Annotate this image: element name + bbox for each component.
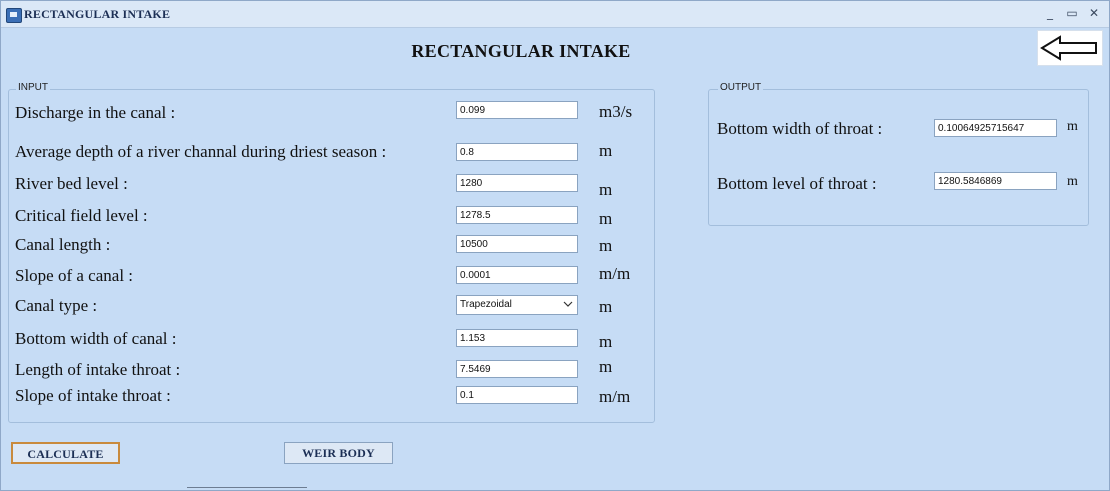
minimize-button[interactable]: _ <box>1041 5 1059 21</box>
critical-field-label: Critical field level : <box>15 206 148 225</box>
left-arrow-icon <box>1040 35 1097 61</box>
bottom-width-throat-output[interactable]: 0.10064925715647 <box>934 119 1057 137</box>
bottom-level-throat-label: Bottom level of throat : <box>717 174 877 193</box>
avg-depth-label: Average depth of a river channal during … <box>15 142 387 161</box>
slope-throat-input[interactable]: 0.1 <box>456 386 578 404</box>
critical-field-unit: m <box>599 209 613 228</box>
critical-field-input[interactable]: 1278.5 <box>456 206 578 224</box>
bottom-level-throat-output[interactable]: 1280.5846869 <box>934 172 1057 190</box>
bottom-level-throat-unit: m <box>1067 174 1078 189</box>
window-title: RECTANGULAR INTAKE <box>24 7 171 21</box>
avg-depth-input[interactable]: 0.8 <box>456 143 578 161</box>
calculate-button[interactable]: CALCULATE <box>11 442 120 464</box>
discharge-label: Discharge in the canal : <box>15 103 176 122</box>
slope-throat-unit: m/m <box>599 387 631 406</box>
canal-type-label: Canal type : <box>15 296 98 315</box>
bottom-width-throat-label: Bottom width of throat : <box>717 119 883 138</box>
slope-canal-label: Slope of a canal : <box>15 266 134 285</box>
title-bar: RECTANGULAR INTAKE _ ▭ ✕ <box>1 1 1109 28</box>
bottom-width-canal-label: Bottom width of canal : <box>15 329 177 348</box>
maximize-button[interactable]: ▭ <box>1063 5 1081 21</box>
canal-type-unit: m <box>599 297 613 316</box>
discharge-unit: m3/s <box>599 102 633 121</box>
slope-throat-label: Slope of intake throat : <box>15 386 171 405</box>
input-group-title: INPUT <box>16 82 50 93</box>
bottom-width-canal-input[interactable]: 1.153 <box>456 329 578 347</box>
bottom-width-canal-unit: m <box>599 332 613 351</box>
canal-type-selected: Trapezoidal <box>460 299 512 310</box>
back-button[interactable] <box>1037 30 1103 66</box>
canal-type-select[interactable]: Trapezoidal <box>456 295 578 315</box>
slope-canal-input[interactable]: 0.0001 <box>456 266 578 284</box>
river-bed-unit: m <box>599 180 613 199</box>
output-group: OUTPUT <box>708 82 1089 226</box>
chevron-down-icon <box>563 301 573 307</box>
canal-length-label: Canal length : <box>15 235 111 254</box>
close-button[interactable]: ✕ <box>1085 5 1103 21</box>
length-throat-input[interactable]: 7.5469 <box>456 360 578 378</box>
length-throat-unit: m <box>599 357 613 376</box>
clipped-control-edge <box>187 487 307 490</box>
weir-body-button[interactable]: WEIR BODY <box>284 442 393 464</box>
river-bed-input[interactable]: 1280 <box>456 174 578 192</box>
slope-canal-unit: m/m <box>599 264 631 283</box>
app-window: RECTANGULAR INTAKE _ ▭ ✕ RECTANGULAR INT… <box>0 0 1110 491</box>
avg-depth-unit: m <box>599 141 613 160</box>
length-throat-label: Length of intake throat : <box>15 360 181 379</box>
discharge-input[interactable]: 0.099 <box>456 101 578 119</box>
canal-length-unit: m <box>599 236 613 255</box>
river-bed-label: River bed level : <box>15 174 128 193</box>
bottom-width-throat-unit: m <box>1067 119 1078 134</box>
app-icon <box>6 8 22 23</box>
page-title: RECTANGULAR INTAKE <box>411 41 631 61</box>
canal-length-input[interactable]: 10500 <box>456 235 578 253</box>
output-group-title: OUTPUT <box>718 82 764 93</box>
